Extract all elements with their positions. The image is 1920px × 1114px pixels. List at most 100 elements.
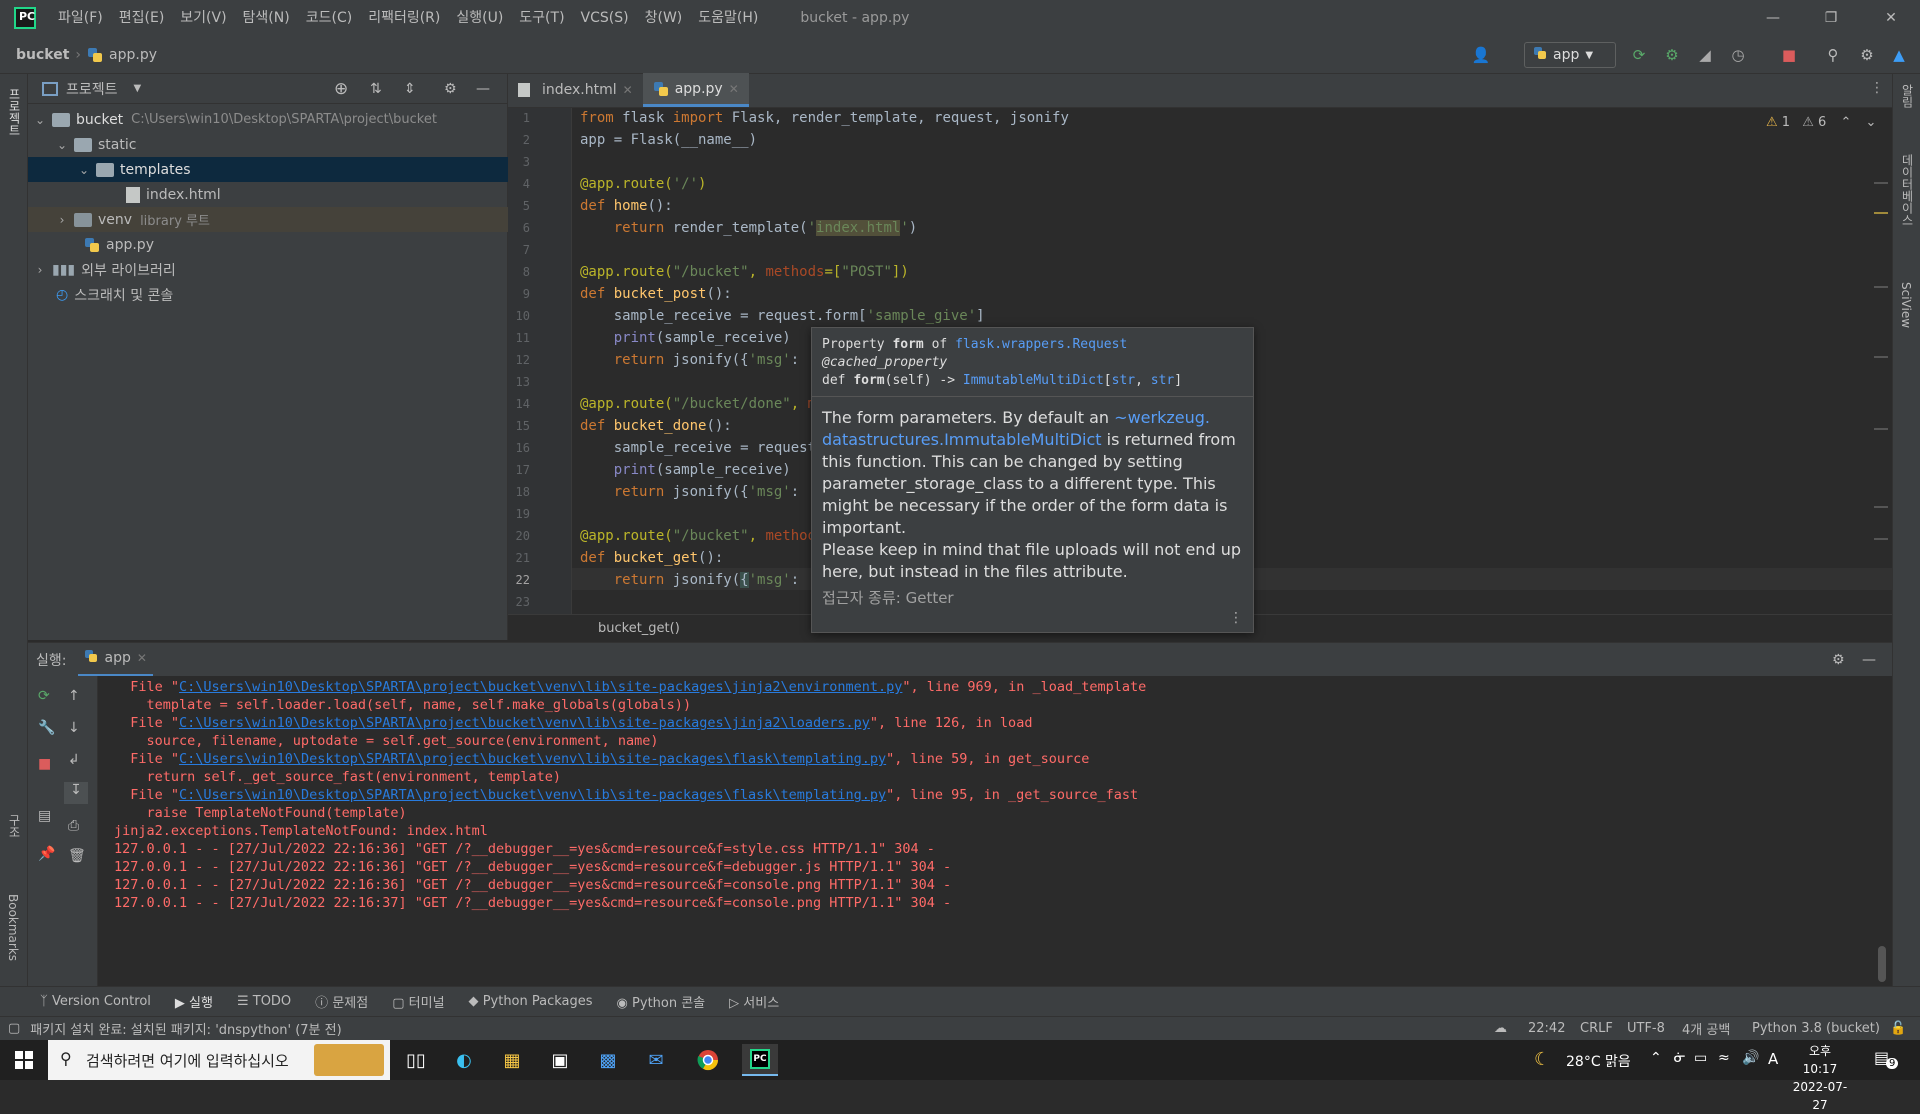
weather-text[interactable]: 28°C 맑음 [1566, 1051, 1631, 1071]
menu-run[interactable]: 실행(U) [448, 0, 511, 36]
chevron-up-icon[interactable]: ⌃ [1840, 115, 1851, 130]
database-tool-button[interactable]: 데이터베이스 [1899, 154, 1916, 226]
run-settings-gear-icon[interactable]: ⚙ [1832, 652, 1845, 668]
taskbar-clock[interactable]: 오후 10:17 2022-07-27 [1790, 1042, 1850, 1114]
run-console-output[interactable]: File "C:\Users\win10\Desktop\SPARTA\proj… [98, 676, 1892, 986]
coverage-icon[interactable]: ◢ [1694, 44, 1716, 66]
run-tab-app[interactable]: app ✕ [78, 643, 153, 677]
tree-folder-templates[interactable]: ⌄ templates [28, 157, 508, 182]
close-tab-icon[interactable]: ✕ [729, 82, 739, 96]
bluetooth-icon[interactable]: ᓃ [1674, 1050, 1686, 1066]
scroll-to-end-icon[interactable]: ↧ [64, 782, 88, 804]
doc-type-link[interactable]: str [1151, 373, 1174, 388]
notifications-tool-button[interactable]: 알림 [1899, 84, 1916, 108]
hide-panel-icon[interactable]: — [476, 81, 490, 97]
settings-gear-icon[interactable]: ⚙ [1856, 44, 1878, 66]
user-account-icon[interactable]: 👤 [1470, 44, 1492, 66]
soft-wrap-icon[interactable]: ↲ [68, 752, 80, 768]
tool-todo[interactable]: ☰ TODO [237, 994, 291, 1009]
file-explorer-icon[interactable]: ▦ [494, 1044, 530, 1076]
tree-root-bucket[interactable]: ⌄ bucket C:\Users\win10\Desktop\SPARTA\p… [28, 107, 508, 132]
doc-return-type-link[interactable]: ImmutableMultiDict [963, 373, 1104, 388]
volume-icon[interactable]: 🔊 [1742, 1050, 1759, 1066]
menu-window[interactable]: 창(W) [637, 0, 691, 36]
status-message[interactable]: 패키지 설치 완료: 설치된 패키지: 'dnspython' (7분 전) [30, 1019, 341, 1038]
tree-folder-venv[interactable]: › venv library 루트 [28, 207, 508, 232]
debug-icon[interactable]: ⚙ [1661, 44, 1683, 66]
chevron-down-icon[interactable]: ⌄ [32, 113, 48, 127]
tool-services[interactable]: ▷ 서비스 [729, 992, 779, 1011]
calculator-icon[interactable]: ▩ [590, 1044, 626, 1076]
lock-icon[interactable]: 🔓 [1890, 1021, 1906, 1036]
search-icon[interactable]: ⚲ [1822, 44, 1844, 66]
doc-class-link[interactable]: flask.wrappers.Request [955, 337, 1127, 352]
menu-view[interactable]: 보기(V) [172, 0, 234, 36]
tool-version-control[interactable]: ᛉ Version Control [40, 994, 151, 1009]
structure-tool-button[interactable]: 구조 [6, 814, 23, 838]
tree-external-libraries[interactable]: › ▮▮▮ 외부 라이브러리 [28, 257, 508, 282]
project-tool-button[interactable]: 프로젝트 [6, 88, 23, 136]
task-view-icon[interactable]: ▯▯ [398, 1044, 434, 1076]
layout-icon[interactable]: ▤ [38, 808, 51, 824]
edge-browser-icon[interactable]: ◐ [446, 1044, 482, 1076]
doc-multidict-link[interactable]: datastructures.ImmutableMultiDict [822, 430, 1102, 449]
close-tab-icon[interactable]: ✕ [137, 651, 147, 665]
minimize-button[interactable]: — [1744, 0, 1802, 36]
nav-file-crumb[interactable]: app.py [109, 47, 157, 63]
store-icon[interactable]: ▣ [542, 1044, 578, 1076]
tool-run[interactable]: ▶ 실행 [175, 992, 213, 1011]
console-file-link[interactable]: C:\Users\win10\Desktop\SPARTA\project\bu… [179, 715, 870, 731]
close-tab-icon[interactable]: ✕ [623, 83, 633, 97]
file-encoding[interactable]: UTF-8 [1627, 1021, 1665, 1036]
tab-index-html[interactable]: index.html ✕ [508, 73, 643, 107]
python-interpreter[interactable]: Python 3.8 (bucket) [1752, 1021, 1880, 1036]
chevron-down-icon[interactable]: ⌄ [54, 138, 70, 152]
tab-app-py[interactable]: app.py ✕ [642, 73, 749, 107]
console-file-link[interactable]: C:\Users\win10\Desktop\SPARTA\project\bu… [179, 679, 902, 695]
panel-settings-gear-icon[interactable]: ⚙ [444, 81, 457, 97]
project-panel-title[interactable]: 프로젝트 [66, 79, 118, 99]
quick-documentation-popup[interactable]: Property form of flask.wrappers.Request … [811, 327, 1254, 633]
jetbrains-toolbox-icon[interactable]: ▲ [1888, 44, 1910, 66]
console-file-link[interactable]: C:\Users\win10\Desktop\SPARTA\project\bu… [179, 751, 886, 767]
menu-vcs[interactable]: VCS(S) [573, 0, 637, 36]
tree-folder-static[interactable]: ⌄ static [28, 132, 508, 157]
mail-icon[interactable]: ✉ [638, 1044, 674, 1076]
pycharm-taskbar-icon[interactable]: PC [742, 1044, 778, 1076]
error-stripe[interactable] [1874, 178, 1888, 598]
inspection-widget[interactable]: ⚠ 1 ⚠ 6 ⌃ ⌄ [1766, 115, 1876, 130]
tray-overflow-icon[interactable]: ⌃ [1650, 1050, 1662, 1066]
windows-start-icon[interactable] [6, 1044, 42, 1076]
chevron-right-icon[interactable]: › [32, 263, 48, 277]
sync-icon[interactable]: ☁ [1494, 1021, 1507, 1036]
print-icon[interactable]: ⎙ [68, 818, 79, 834]
stop-icon[interactable]: ■ [1778, 44, 1800, 66]
hide-run-panel-icon[interactable]: — [1862, 652, 1876, 668]
menu-edit[interactable]: 편집(E) [111, 0, 173, 36]
scroll-down-icon[interactable]: ↓ [68, 720, 80, 736]
status-frame-icon[interactable]: ▢ [8, 1021, 20, 1036]
ime-indicator[interactable]: A [1768, 1050, 1778, 1068]
nav-project-crumb[interactable]: bucket [16, 47, 69, 63]
rerun-icon[interactable]: ⟳ [38, 688, 50, 704]
chevron-down-icon[interactable]: ⌄ [76, 163, 92, 177]
pin-tab-icon[interactable]: 📌 [38, 846, 55, 862]
locate-file-icon[interactable]: ⊕ [334, 79, 348, 99]
tool-terminal[interactable]: ▢ 터미널 [392, 992, 444, 1011]
tool-python-console[interactable]: ◉ Python 콘솔 [617, 992, 706, 1011]
chevron-down-icon[interactable]: ⌄ [1865, 115, 1876, 130]
collapse-all-icon[interactable]: ⇕ [404, 81, 416, 97]
rerun-icon[interactable]: ⟳ [1628, 44, 1650, 66]
notification-center-icon[interactable]: ▤ 9 [1874, 1048, 1899, 1069]
battery-icon[interactable]: ▭ [1694, 1050, 1707, 1066]
doc-type-link[interactable]: str [1112, 373, 1135, 388]
scroll-up-icon[interactable]: ↑ [68, 688, 80, 704]
menu-tools[interactable]: 도구(T) [511, 0, 572, 36]
menu-navigate[interactable]: 탐색(N) [235, 0, 298, 36]
tree-file-app-py[interactable]: app.py [28, 232, 508, 257]
sciview-tool-button[interactable]: SciView [1899, 282, 1913, 328]
chevron-right-icon[interactable]: › [54, 213, 70, 227]
tool-problems[interactable]: ⓘ 문제점 [315, 992, 368, 1011]
menu-refactor[interactable]: 리팩터링(R) [360, 0, 448, 36]
menu-help[interactable]: 도움말(H) [690, 0, 766, 36]
